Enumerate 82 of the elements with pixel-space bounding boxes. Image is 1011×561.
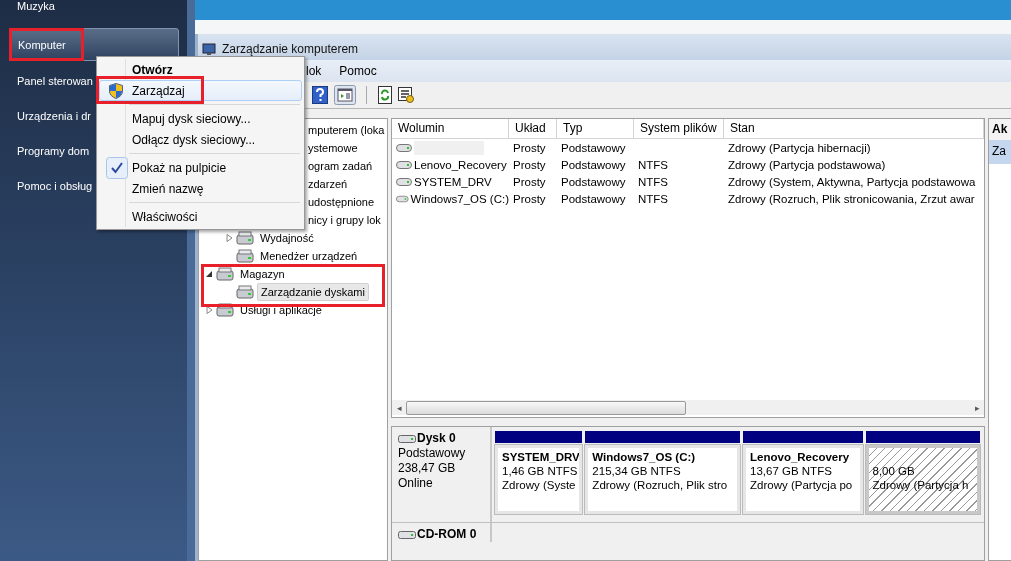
scroll-left-arrow[interactable]: ◂ xyxy=(392,402,406,413)
expander-icon[interactable] xyxy=(206,270,213,278)
column-header[interactable]: Układ xyxy=(509,119,557,138)
disk-name: Dysk 0 xyxy=(417,431,456,446)
scroll-thumb[interactable] xyxy=(406,400,686,415)
tree-node-icon xyxy=(216,302,234,318)
window-title: Zarządzanie komputerem xyxy=(222,42,359,56)
tree-item[interactable]: mputerem (loka xyxy=(305,122,388,138)
table-cell: Prosty xyxy=(513,175,546,188)
start-menu-item[interactable]: Muzyka xyxy=(10,0,179,24)
drive-icon xyxy=(396,194,409,203)
partition-size: 215,34 GB NTFS xyxy=(592,464,682,478)
context-menu-item[interactable]: Zmień nazwę xyxy=(99,178,302,199)
table-cell: Podstawowy xyxy=(561,175,626,188)
tree-item[interactable]: ogram zadań xyxy=(305,158,376,174)
table-cell: Zdrowy (Rozruch, Plik stronicowania, Zrzut awar xyxy=(728,192,975,205)
table-cell: Zdrowy (Partycja podstawowa) xyxy=(728,158,886,171)
column-header[interactable]: Stan xyxy=(724,119,984,138)
action-item[interactable]: Za xyxy=(989,140,1011,164)
context-menu-item[interactable]: Odłącz dysk sieciowy... xyxy=(99,129,302,150)
drive-icon xyxy=(396,143,412,152)
partition-status: Zdrowy (Partycja po xyxy=(750,478,854,492)
partition-status: Zdrowy (Rozruch, Plik stro xyxy=(592,478,729,492)
tree-item[interactable]: zdarzeń xyxy=(305,176,351,192)
drive-icon xyxy=(396,160,412,169)
menu-bar-item[interactable]: lok xyxy=(306,64,322,78)
table-cell: Zdrowy (System, Aktywna, Partycja podstawowa xyxy=(728,175,976,188)
table-cell: Zdrowy (Partycja hibernacji) xyxy=(728,141,871,154)
disk-detail: 238,47 GB xyxy=(398,461,457,476)
horizontal-scrollbar[interactable]: ◂ ▸ xyxy=(392,400,984,415)
tree-item[interactable]: nicy i grupy lok xyxy=(305,212,384,228)
table-cell: NTFS xyxy=(638,175,669,188)
window-app-icon xyxy=(202,42,216,56)
table-cell: Windows7_OS (C:) xyxy=(410,192,509,205)
table-cell: Prosty xyxy=(513,141,546,154)
partition-name: Lenovo_Recovery xyxy=(750,450,851,464)
refresh-icon[interactable] xyxy=(377,86,393,104)
tree-item[interactable]: Zarządzanie dyskami xyxy=(257,283,369,301)
partition-size: 13,67 GB NTFS xyxy=(750,464,833,478)
disk-name: CD-ROM 0 xyxy=(417,527,477,542)
tree-node-icon xyxy=(216,266,234,282)
tree-item[interactable]: ystemowe xyxy=(305,140,361,156)
shield-icon xyxy=(109,82,123,99)
tree-item[interactable]: Menedżer urządzeń xyxy=(257,248,361,264)
tree-node-icon xyxy=(236,230,254,246)
tree-node-icon xyxy=(236,284,254,300)
table-cell: Podstawowy xyxy=(561,141,626,154)
scroll-right-arrow[interactable]: ▸ xyxy=(970,402,984,413)
table-cell: Prosty xyxy=(513,192,546,205)
context-menu-item[interactable]: Pokaż na pulpicie xyxy=(99,157,302,178)
table-cell: Podstawowy xyxy=(561,192,626,205)
panel-view-icon[interactable] xyxy=(334,85,356,105)
check-icon xyxy=(106,156,128,179)
table-cell: Podstawowy xyxy=(561,158,626,171)
context-menu-item[interactable]: Właściwości xyxy=(99,206,302,227)
partition-status: Zdrowy (Syste xyxy=(502,478,576,492)
context-menu-item[interactable]: Zarządzaj xyxy=(99,80,302,101)
disk-detail: Online xyxy=(398,476,434,491)
table-cell: SYSTEM_DRV xyxy=(414,175,492,188)
context-menu-item[interactable]: Mapuj dysk sieciowy... xyxy=(99,108,302,129)
table-cell: NTFS xyxy=(638,158,669,171)
partition-size: 1,46 GB NTFS xyxy=(502,464,576,478)
partition-name: Windows7_OS (C:) xyxy=(592,450,697,464)
context-menu-item[interactable]: Otwórz xyxy=(99,59,302,80)
tree-item[interactable]: Magazyn xyxy=(237,266,288,282)
tree-node-icon xyxy=(236,248,254,264)
table-cell: Prosty xyxy=(513,158,546,171)
column-header[interactable]: System plików xyxy=(634,119,724,138)
help-icon[interactable] xyxy=(312,86,328,104)
partition-status: Zdrowy (Partycja h xyxy=(872,478,970,492)
drive-icon xyxy=(396,177,412,186)
table-cell: NTFS xyxy=(638,192,669,205)
tree-item[interactable]: udostępnione xyxy=(305,194,378,210)
properties-icon[interactable] xyxy=(397,86,415,104)
disk-detail: Podstawowy xyxy=(398,446,467,461)
actions-header: Ak xyxy=(989,119,1011,140)
table-cell: Lenovo_Recovery xyxy=(414,158,507,171)
column-header[interactable]: Wolumin xyxy=(392,119,509,138)
column-header[interactable]: Typ xyxy=(557,119,634,138)
partition-size: 8,00 GB xyxy=(872,464,916,478)
menu-bar-item[interactable]: Pomoc xyxy=(339,64,377,78)
tree-item[interactable]: Wydajność xyxy=(257,230,317,246)
